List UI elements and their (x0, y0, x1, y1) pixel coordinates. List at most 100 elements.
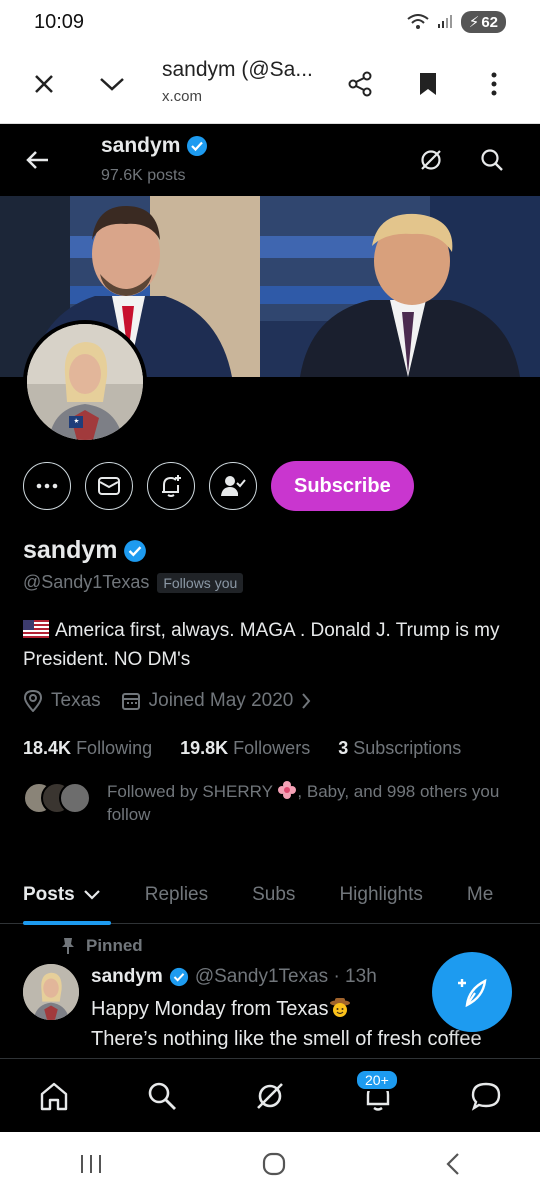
mutual-avatar (59, 782, 91, 814)
browser-toolbar: sandym (@Sa... x.com (0, 44, 540, 124)
share-icon[interactable] (338, 62, 382, 106)
verified-badge-icon[interactable] (123, 539, 147, 563)
profile-topbar: sandym 97.6K posts (0, 124, 540, 196)
notification-count-badge: 20+ (355, 1068, 399, 1091)
location-pin-icon (23, 690, 43, 712)
followers-stat[interactable]: 19.8K Followers (180, 738, 310, 759)
chevron-right-icon (302, 693, 311, 709)
system-navigation-bar (0, 1132, 540, 1200)
post-header: sandym @Sandy1Texas · 13h (91, 966, 377, 988)
pinned-label: Pinned (86, 936, 143, 955)
us-flag-icon (23, 620, 49, 638)
page-domain: x.com (162, 88, 203, 105)
header-name-text: sandym (101, 134, 181, 157)
subscriptions-stat[interactable]: 3 Subscriptions (338, 738, 461, 759)
notifications-bell-icon[interactable]: 20+ (353, 1068, 403, 1121)
explore-search-icon[interactable] (137, 1071, 187, 1121)
back-arrow-icon[interactable] (16, 138, 60, 182)
messages-icon[interactable] (461, 1071, 511, 1121)
profile-display-name: sandym (23, 536, 147, 565)
subscriptions-count: 3 (338, 738, 349, 758)
followed-by-prefix: Followed by SHERRY (107, 782, 273, 801)
pin-icon (62, 938, 74, 954)
header-name: sandym (101, 134, 208, 158)
subscribe-button[interactable]: Subscribe (271, 461, 414, 511)
pinned-indicator: Pinned (60, 936, 143, 956)
system-back-icon[interactable] (445, 1152, 461, 1181)
profile-page: sandym 97.6K posts Subscribe sandym @San… (0, 124, 540, 1132)
post-author-avatar[interactable] (23, 964, 79, 1020)
handle-row: @Sandy1Texas Follows you (23, 572, 244, 593)
location-text: Texas (51, 690, 101, 711)
message-button[interactable] (85, 462, 133, 510)
person-check-icon (221, 476, 246, 496)
more-vertical-icon[interactable] (472, 62, 516, 106)
post-handle-time: @Sandy1Texas · 13h (194, 966, 377, 987)
post-author-name[interactable]: sandym (91, 966, 163, 988)
chevron-down-icon[interactable] (90, 62, 134, 106)
bell-plus-icon (162, 475, 181, 497)
subscriptions-label: Subscriptions (353, 738, 462, 758)
profile-display-name-text: sandym (23, 536, 118, 564)
profile-avatar[interactable] (23, 320, 147, 444)
followed-by[interactable]: Followed by SHERRY , Baby, and 998 other… (23, 780, 507, 826)
search-icon[interactable] (470, 138, 514, 182)
followed-by-text: Followed by SHERRY , Baby, and 998 other… (107, 780, 507, 826)
profile-actions: Subscribe (23, 461, 414, 511)
page-title-text: sandym (@Sa... (162, 58, 313, 81)
followers-count: 19.8K (180, 738, 229, 758)
calendar-icon (121, 693, 140, 710)
envelope-icon (98, 477, 120, 495)
profile-tabs: Posts Replies Subs Highlights Me (0, 866, 540, 925)
tab-posts[interactable]: Posts (0, 866, 123, 925)
header-post-count: 97.6K posts (101, 167, 186, 184)
grok-icon[interactable] (409, 138, 453, 182)
status-time: 10:09 (34, 11, 85, 33)
joined-text: Joined May 2020 (148, 690, 294, 711)
close-icon[interactable] (22, 62, 66, 106)
profile-meta: Texas Joined May 2020 (23, 690, 311, 712)
bottom-nav: 20+ (0, 1058, 540, 1132)
follows-you-badge: Follows you (157, 572, 244, 593)
grok-nav-icon[interactable] (245, 1071, 295, 1121)
post-line-1-text: Happy Monday from Texas (91, 998, 329, 1020)
system-icons: ⚡ 62 (407, 11, 506, 33)
tab-posts-label: Posts (23, 884, 75, 905)
more-horizontal-icon (36, 483, 58, 489)
tab-media[interactable]: Me (445, 866, 515, 924)
following-count: 18.4K (23, 738, 72, 758)
page-title: sandym (@Sa... x.com (162, 58, 332, 105)
profile-stats: 18.4K Following 19.8K Followers 3 Subscr… (23, 738, 461, 759)
followers-label: Followers (233, 738, 311, 758)
compose-button[interactable] (432, 952, 512, 1032)
cowboy-emoji-icon (329, 998, 350, 1017)
notifications-button[interactable] (147, 462, 195, 510)
home-icon[interactable] (29, 1071, 79, 1121)
signal-icon (437, 15, 452, 28)
tab-subs[interactable]: Subs (230, 866, 317, 924)
verified-badge-icon (169, 967, 188, 987)
more-options-button[interactable] (23, 462, 71, 510)
joined-date[interactable]: Joined May 2020 (121, 690, 312, 712)
battery-icon: ⚡ 62 (460, 11, 506, 33)
hibiscus-emoji-icon (278, 781, 297, 799)
wifi-icon (407, 14, 429, 29)
tab-highlights[interactable]: Highlights (317, 866, 444, 924)
chevron-down-icon (83, 890, 100, 900)
profile-handle: @Sandy1Texas (23, 572, 150, 592)
location: Texas (23, 690, 101, 712)
profile-bio: America first, always. MAGA . Donald J. … (23, 616, 523, 674)
followed-by-avatars (23, 780, 93, 816)
feather-plus-icon (458, 978, 487, 1008)
verified-badge-icon (187, 136, 208, 156)
home-button-icon[interactable] (261, 1151, 287, 1182)
bookmark-icon[interactable] (406, 62, 450, 106)
recents-icon[interactable] (79, 1153, 103, 1180)
following-status-button[interactable] (209, 462, 257, 510)
status-bar: 10:09 ⚡ 62 (0, 0, 540, 44)
bio-text: America first, always. MAGA . Donald J. … (23, 620, 500, 670)
following-stat[interactable]: 18.4K Following (23, 738, 152, 759)
tab-replies[interactable]: Replies (123, 866, 230, 924)
battery-level: 62 (481, 13, 498, 31)
following-label: Following (76, 738, 153, 758)
